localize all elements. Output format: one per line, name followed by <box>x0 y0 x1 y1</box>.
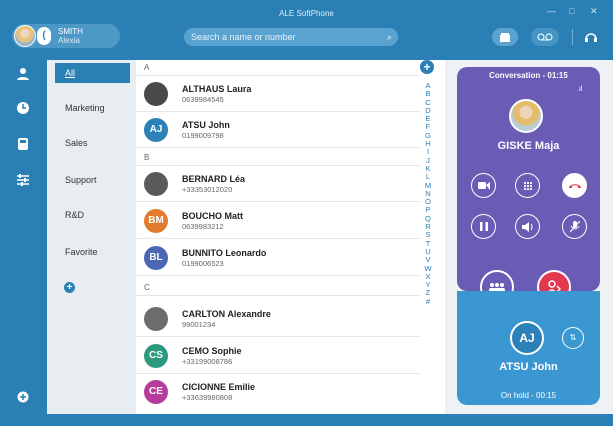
remote-name: GISKE Maja <box>497 140 560 152</box>
contact-row[interactable]: AJ ATSU John 0199009798 <box>136 112 420 148</box>
contact-row[interactable]: BL BUNNITO Leonardo 0199006523 <box>136 240 420 276</box>
add-group-icon[interactable]: + <box>64 282 75 293</box>
section-header-a: A <box>136 60 420 76</box>
contact-name: CICIONNE Emilie <box>182 382 256 392</box>
on-hold-name: ATSU John <box>499 361 558 373</box>
user-first-name: Alexia <box>58 36 80 45</box>
contact-initials-avatar: CS <box>144 344 168 368</box>
contact-photo <box>144 82 168 106</box>
contact-photo <box>144 307 168 331</box>
user-name-block: SMITH Alexia <box>58 27 83 45</box>
speaker-button[interactable] <box>515 214 540 239</box>
deskphone-icon <box>500 33 510 42</box>
on-hold-status: On hold - 00:15 <box>500 391 557 400</box>
group-item-sales[interactable]: Sales <box>55 133 130 153</box>
speaker-icon <box>521 221 532 232</box>
contact-row[interactable]: CS CEMO Sophie +33199008786 <box>136 338 420 374</box>
search-bar[interactable]: Search a name or number ⌕ <box>184 28 398 46</box>
minimize-icon[interactable]: — <box>547 6 556 16</box>
contact-photo <box>144 172 168 196</box>
search-icon[interactable]: ⌕ <box>387 28 392 46</box>
hold-button[interactable] <box>471 214 496 239</box>
contact-name: ALTHAUS Laura <box>182 84 252 94</box>
section-header-b: B <box>136 150 420 166</box>
contact-initials-avatar: BM <box>144 209 168 233</box>
softphone-window: ALE SoftPhone — □ ✕ ( SMITH Alexia Searc… <box>0 0 613 426</box>
contact-name: CARLTON Alexandre <box>182 309 271 319</box>
contact-number: +33199008786 <box>182 357 233 366</box>
swap-call-icon[interactable]: ⇅ <box>562 327 584 349</box>
group-item-marketing[interactable]: Marketing <box>55 98 130 118</box>
close-icon[interactable]: ✕ <box>590 6 598 17</box>
hangup-button[interactable] <box>562 173 587 198</box>
mute-button[interactable] <box>562 214 587 239</box>
contact-row[interactable]: BERNARD Léa +33353012020 <box>136 166 420 202</box>
group-item-favorite[interactable]: Favorite <box>55 242 130 262</box>
contact-name: BOUCHO Matt <box>182 211 243 221</box>
voicemail-icon <box>537 33 553 41</box>
contact-name: BUNNITO Leonardo <box>182 248 267 258</box>
contact-row[interactable]: BM BOUCHO Matt 0639983212 <box>136 203 420 239</box>
video-camera-icon <box>477 182 490 190</box>
dialpad-icon <box>523 181 532 190</box>
contact-name: CEMO Sophie <box>182 346 242 356</box>
contact-number: 0639983212 <box>182 222 224 231</box>
group-item-support[interactable]: Support <box>55 170 130 190</box>
add-contact-icon[interactable]: + <box>420 60 434 74</box>
signal-icon: .ıl <box>577 86 583 93</box>
alphabet-letter[interactable]: # <box>421 297 435 306</box>
maximize-icon[interactable]: □ <box>569 6 574 16</box>
mic-off-icon <box>569 220 580 232</box>
contact-name: BERNARD Léa <box>182 174 246 184</box>
section-header-c: C <box>136 280 420 296</box>
phone-status-icon[interactable]: ( <box>37 27 51 45</box>
group-item-rd[interactable]: R&D <box>55 205 130 225</box>
video-button[interactable] <box>471 173 496 198</box>
alphabet-index[interactable]: A B C D E F G H I J K L M N O P Q R S T U V W X Y Z # <box>421 81 435 306</box>
contact-row[interactable]: ALTHAUS Laura 0639984545 <box>136 76 420 112</box>
group-item-all[interactable]: All <box>55 63 130 83</box>
hangup-icon <box>568 183 581 188</box>
contact-name: ATSU John <box>182 120 230 130</box>
contact-initials-avatar: BL <box>144 246 168 270</box>
user-last-name: SMITH <box>58 27 83 36</box>
add-location-icon[interactable] <box>13 388 33 408</box>
contacts-icon[interactable] <box>13 64 33 84</box>
dialpad-hand-icon[interactable] <box>13 134 33 154</box>
settings-sliders-icon[interactable] <box>13 170 33 190</box>
status-bar <box>0 414 613 426</box>
on-hold-avatar[interactable]: AJ <box>510 321 544 355</box>
app-title: ALE SoftPhone <box>279 9 334 18</box>
contact-number: +33639980808 <box>182 393 233 402</box>
history-icon[interactable] <box>13 98 33 118</box>
pause-icon <box>479 222 488 231</box>
headset-icon[interactable] <box>584 30 598 44</box>
contact-number: +33353012020 <box>182 185 233 194</box>
contact-row[interactable]: CARLTON Alexandre 99001234 <box>136 301 420 337</box>
contact-initials-avatar: CE <box>144 380 168 404</box>
user-avatar[interactable] <box>14 25 36 47</box>
contact-number: 0199006523 <box>182 259 224 268</box>
search-input[interactable]: Search a name or number <box>191 32 296 42</box>
contact-number: 0199009798 <box>182 131 224 140</box>
remote-avatar <box>509 99 543 133</box>
conversation-title: Conversation - 01:15 <box>489 71 568 80</box>
divider <box>572 29 573 45</box>
contact-initials-avatar: AJ <box>144 118 168 142</box>
contact-number: 99001234 <box>182 320 216 329</box>
dialpad-button[interactable] <box>515 173 540 198</box>
contact-row[interactable]: CE CICIONNE Emilie +33639980808 <box>136 374 420 410</box>
contact-number: 0639984545 <box>182 95 224 104</box>
